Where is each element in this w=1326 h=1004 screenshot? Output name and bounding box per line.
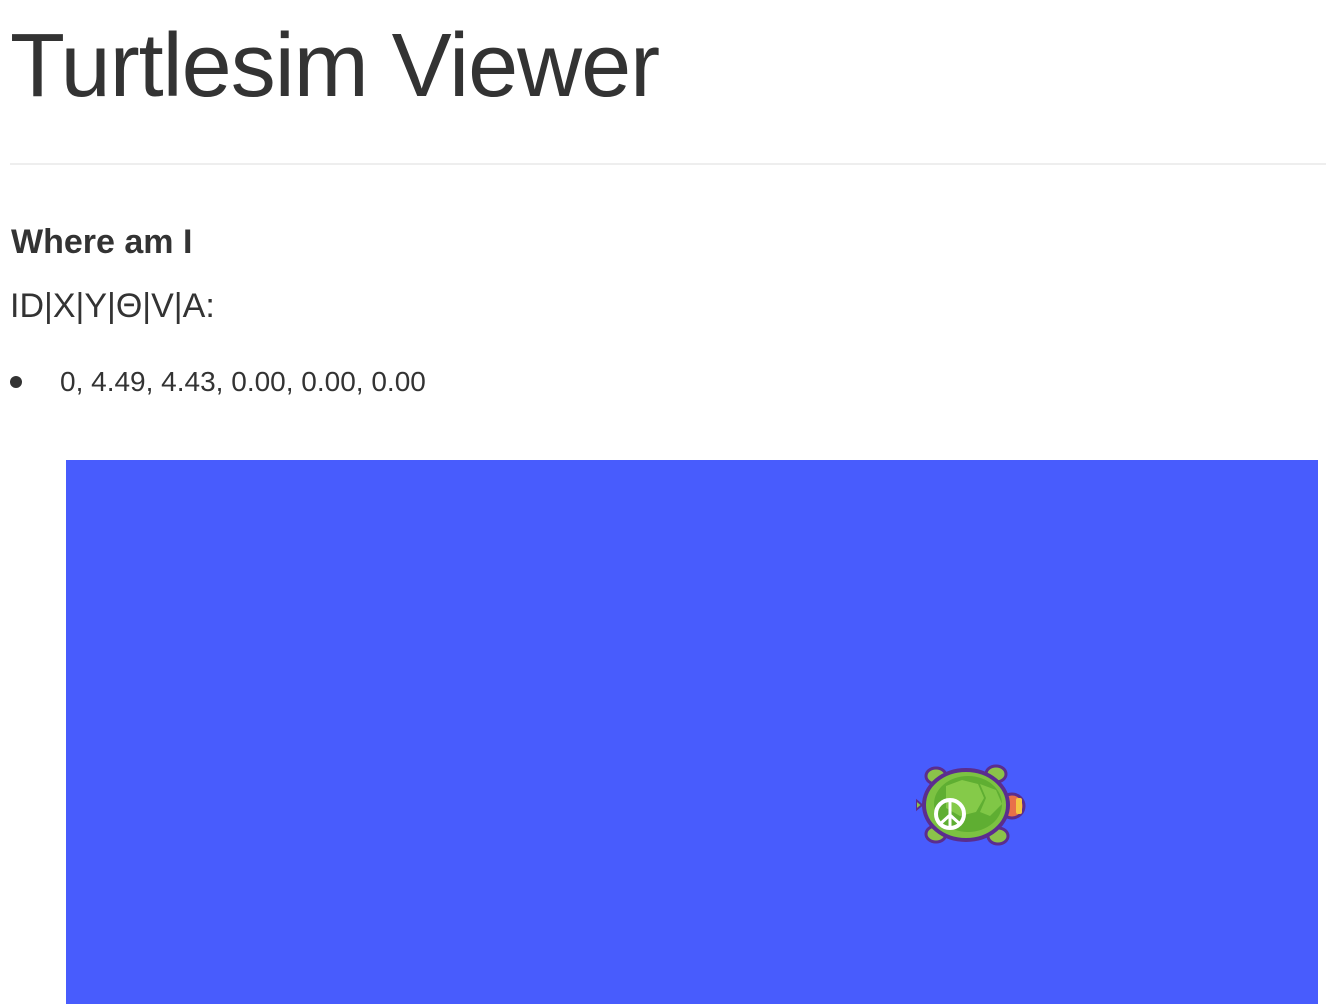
turtlesim-viewer-page: Turtlesim Viewer Where am I ID|X|Y|Θ|V|A… (0, 0, 1326, 1004)
page-title: Turtlesim Viewer (10, 16, 660, 116)
title-divider (10, 163, 1326, 165)
section-heading: Where am I (11, 223, 193, 261)
simulation-canvas (66, 460, 1318, 1004)
turtle-icon (916, 764, 1026, 846)
bullet-icon (10, 376, 22, 388)
pose-columns-label: ID|X|Y|Θ|V|A: (10, 287, 215, 325)
pose-values: 0, 4.49, 4.43, 0.00, 0.00, 0.00 (60, 366, 426, 397)
